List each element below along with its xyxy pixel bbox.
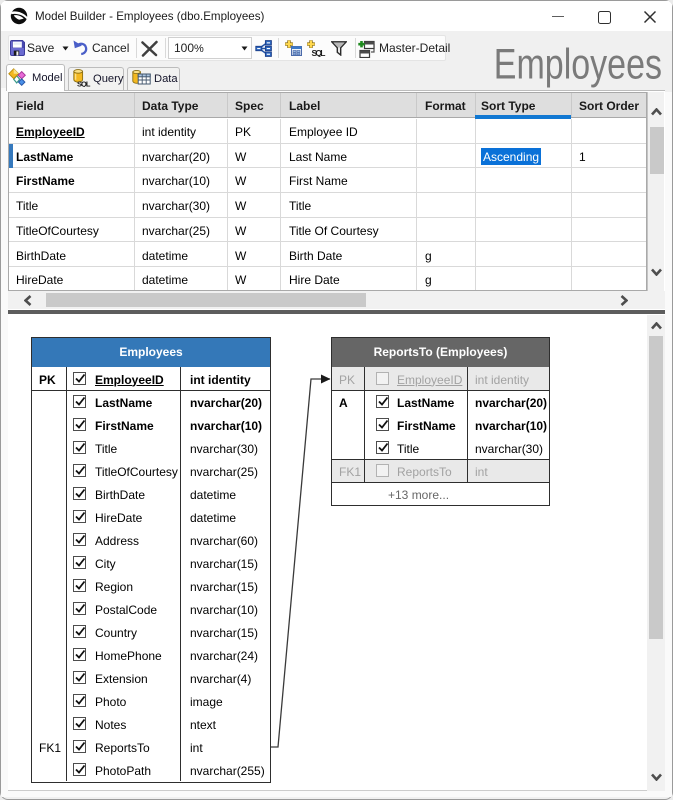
svg-text:SQL: SQL bbox=[312, 48, 326, 57]
svg-text:SQL: SQL bbox=[77, 79, 91, 87]
